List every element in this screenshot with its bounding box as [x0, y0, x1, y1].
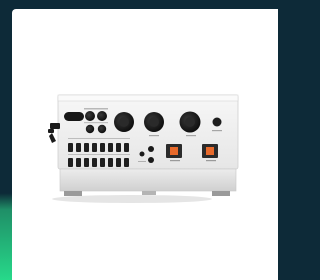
page-frame — [0, 0, 278, 280]
left-accent-bar — [0, 9, 12, 280]
top-bar — [0, 0, 278, 9]
vent-cap — [212, 117, 222, 127]
image-card — [12, 9, 278, 280]
floor-shadow — [52, 195, 212, 203]
inverter-photo — [48, 94, 239, 203]
comm-port — [64, 112, 84, 121]
